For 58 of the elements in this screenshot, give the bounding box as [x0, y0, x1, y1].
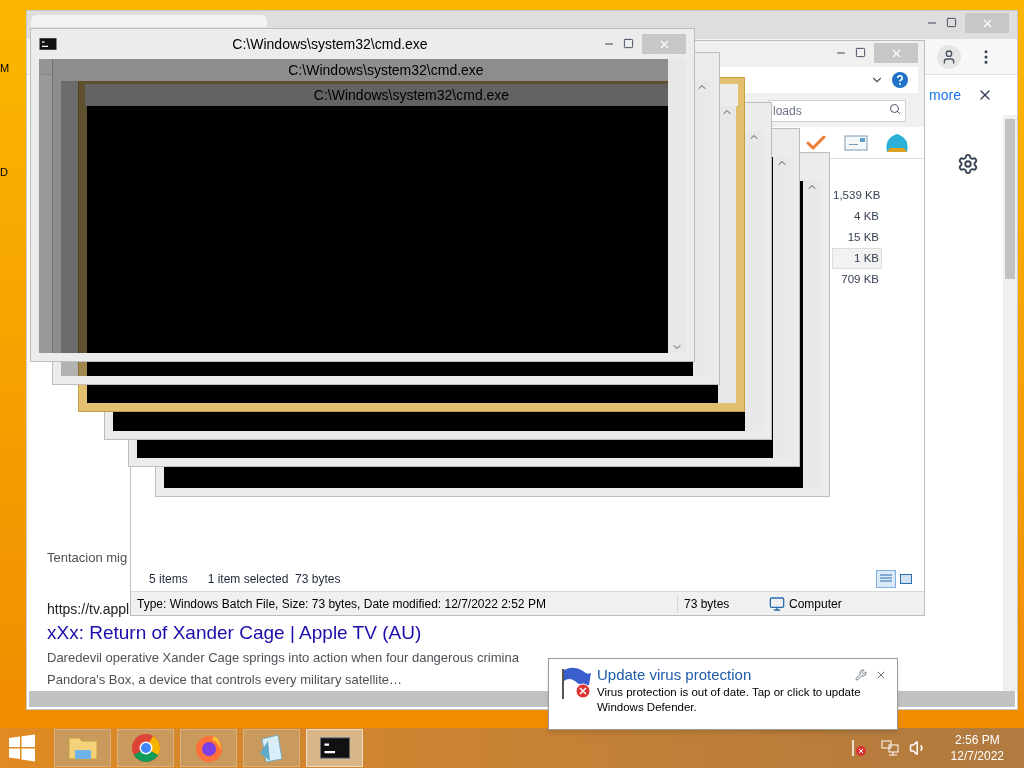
notepad-icon [257, 733, 286, 763]
console-icon [319, 737, 350, 759]
taskbar-button[interactable] [306, 729, 363, 767]
flag-error-icon[interactable] [850, 739, 867, 757]
result-snippet: Pandora's Box, a device that controls every military satellite… [47, 671, 403, 689]
status-text: 1 item selected 73 bytes [207, 571, 341, 588]
list-lines-icon [880, 574, 892, 584]
tile-icon [900, 574, 912, 584]
window-title: C:\Windows\system32\cmd.exe [231, 34, 429, 54]
virus-protection-toast[interactable]: Update virus protection Virus protection is out of date. Tap or click to update Windows Defender. [548, 658, 898, 730]
scrollbar[interactable] [718, 106, 736, 403]
file-size-cell[interactable]: 709 KB [832, 269, 882, 290]
file-size-text: 73 bytes [677, 594, 765, 613]
result-snippet: Tentacion mig [47, 549, 128, 567]
scrollbar[interactable] [668, 59, 686, 353]
desktop-icon-label[interactable]: M [0, 60, 10, 77]
file-details-text: Type: Windows Batch File, Size: 73 bytes, Date modified: 12/7/2022 2:52 PM [136, 595, 547, 613]
file-size-cell[interactable]: 1 KB [832, 248, 882, 269]
window-title: C:\Windows\system32\cmd.exe [288, 60, 484, 80]
folder-icon [66, 734, 99, 762]
file-size-cell[interactable]: 4 KB [832, 206, 882, 227]
scrollbar[interactable] [803, 181, 821, 488]
clock-time[interactable]: 2:56 PM [954, 732, 1000, 748]
maximize-button[interactable] [623, 38, 634, 49]
windows-logo-icon[interactable] [8, 734, 36, 762]
scrollbar[interactable] [745, 131, 763, 431]
notification-title: Update virus protection [597, 665, 753, 685]
help-icon[interactable] [892, 72, 908, 88]
maximize-button[interactable] [946, 17, 957, 28]
profile-icon[interactable] [937, 44, 961, 69]
file-size-cell[interactable]: 1,539 KB [832, 185, 882, 206]
window-title: C:\Windows\system32\cmd.exe [313, 85, 510, 105]
notification-message: Virus protection is out of date. Tap or click to update Windows Defender. [597, 685, 862, 715]
result-snippet: Daredevil operative Xander Cage springs into action when four dangerous crimina [47, 649, 519, 667]
shell-icon[interactable] [884, 131, 910, 154]
scrollbar[interactable] [773, 157, 791, 458]
desktop-icon-label[interactable]: D [0, 164, 8, 181]
settings-icon[interactable] [957, 153, 979, 175]
close-icon[interactable] [875, 669, 887, 681]
result-url: https://tv.appl [47, 600, 130, 619]
location-text: Computer [789, 595, 842, 613]
wrench-icon[interactable] [855, 669, 867, 681]
network-icon[interactable] [880, 740, 899, 756]
flag-error-icon [559, 665, 593, 701]
file-size-cell[interactable]: 15 KB [832, 227, 882, 248]
search-field[interactable]: loads [768, 100, 906, 122]
vertical-scrollbar[interactable] [1003, 115, 1017, 691]
browser-logo-icon [130, 733, 161, 763]
clock-date[interactable]: 12/7/2022 [950, 748, 1004, 764]
console-icon [39, 38, 57, 50]
card-icon[interactable] [844, 134, 868, 151]
maximize-button[interactable] [855, 47, 866, 58]
fox-globe-icon [193, 733, 224, 763]
result-title-link[interactable]: xXx: Return of Xander Cage | Apple TV (AU) [47, 619, 422, 647]
computer-icon [769, 595, 785, 612]
search-icon[interactable] [889, 103, 901, 115]
status-text: 5 items [149, 571, 188, 588]
more-link[interactable]: more [929, 84, 961, 106]
